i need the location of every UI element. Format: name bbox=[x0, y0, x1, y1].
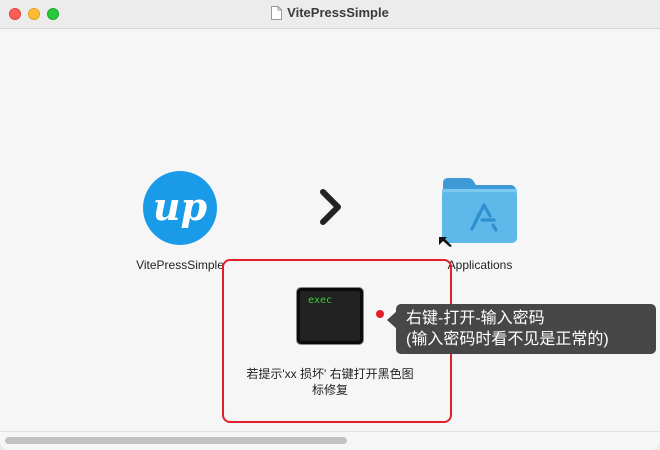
exec-label: 若提示'xx 损坏' 右键打开黑色图标修复 bbox=[246, 367, 414, 397]
title-bar: VitePressSimple bbox=[0, 0, 660, 29]
exec-icon-text: exec bbox=[308, 295, 333, 306]
window-title: VitePressSimple bbox=[287, 5, 389, 20]
tooltip-line-2: (输入密码时看不见是正常的) bbox=[406, 331, 609, 348]
instruction-tooltip: 右键-打开-输入密码 (输入密码时看不见是正常的) bbox=[396, 304, 656, 354]
red-dot-marker bbox=[376, 310, 384, 318]
exec-terminal-icon[interactable]: exec bbox=[296, 287, 364, 345]
applications-folder-icon[interactable] bbox=[438, 175, 520, 247]
horizontal-scrollbar-thumb[interactable] bbox=[5, 437, 347, 444]
document-icon bbox=[271, 6, 283, 23]
installer-window: VitePressSimple up VitePressSimple Appli… bbox=[0, 0, 660, 450]
tooltip-line-1: 右键-打开-输入密码 bbox=[406, 310, 545, 327]
app-logo-text: up bbox=[153, 184, 208, 229]
window-title-group: VitePressSimple bbox=[0, 5, 660, 23]
chevron-right-icon bbox=[318, 188, 344, 226]
app-icon[interactable]: up bbox=[143, 171, 217, 245]
